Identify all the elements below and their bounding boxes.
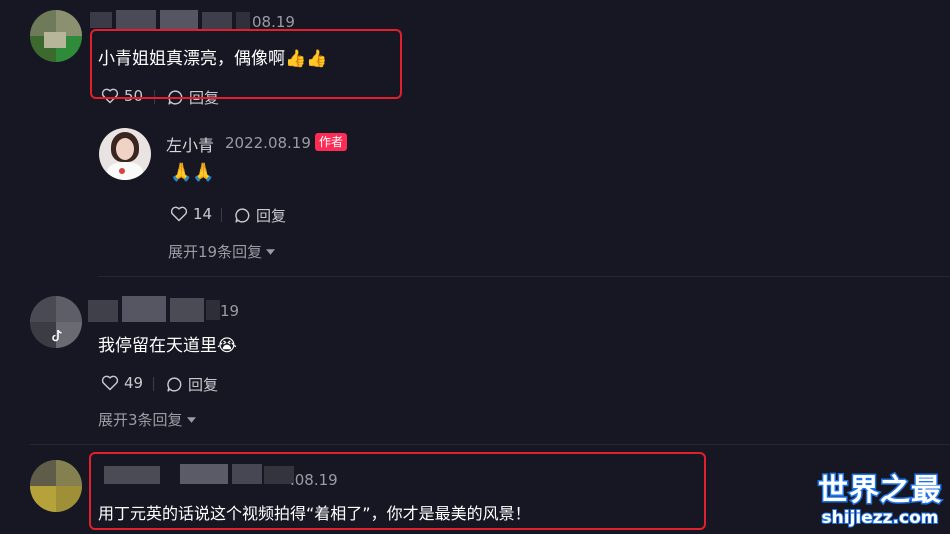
caret-down-icon [266,248,276,255]
comment-bubble-icon [235,208,250,223]
highlight-box [89,452,706,530]
comment-text: 我停留在天道里😭 [98,336,237,356]
like-button[interactable]: 49 [101,374,143,392]
like-button[interactable]: 14 [170,205,212,223]
separator [153,377,154,391]
expand-replies-button[interactable]: 展开3条回复 [98,409,196,430]
like-count: 14 [193,205,213,223]
avatar[interactable] [30,460,82,512]
reply-button[interactable]: 回复 [166,374,218,395]
comment-date: 19 [220,302,240,320]
reply-label: 回复 [256,207,287,225]
heart-icon [101,375,119,391]
username-blurred [88,296,220,326]
watermark-logo: 世界之最 shijiezz.com [817,472,943,529]
reply-text: 🙏🙏 [170,162,215,183]
watermark-title: 世界之最 [817,472,943,509]
reply-username[interactable]: 左小青 [166,132,214,156]
comment-divider [98,276,950,277]
author-badge: 作者 [315,133,348,151]
avatar[interactable] [30,10,82,62]
like-count: 49 [124,374,144,392]
expand-label: 展开19条回复 [168,243,263,261]
tiktok-logo-icon [52,330,62,342]
separator [221,208,222,222]
comment-divider [30,444,950,445]
expand-label: 展开3条回复 [98,411,183,429]
author-avatar[interactable] [99,128,151,180]
heart-icon [170,206,188,222]
expand-replies-button[interactable]: 展开19条回复 [168,241,276,262]
watermark-domain: shijiezz.com [821,507,940,529]
avatar[interactable] [30,296,82,348]
reply-label: 回复 [188,376,219,394]
caret-down-icon [186,416,196,423]
reply-button[interactable]: 回复 [234,205,286,226]
highlight-box [90,29,402,99]
reply-date: 2022.08.19 [225,134,311,152]
comment-bubble-icon [167,377,182,392]
